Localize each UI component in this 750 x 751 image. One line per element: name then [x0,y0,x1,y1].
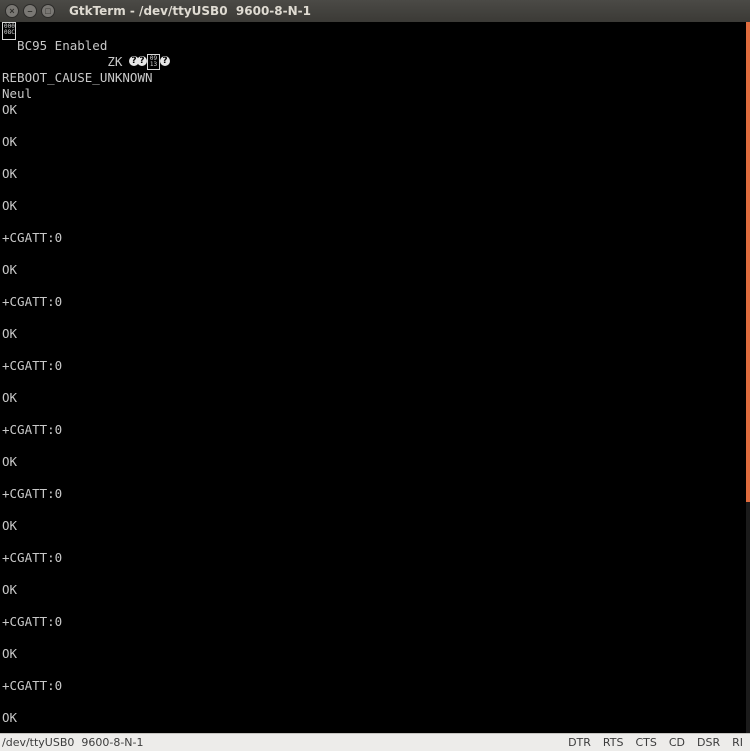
terminal-line: REBOOT_CAUSE_UNKNOWN [2,70,153,85]
terminal-line: ZK [2,54,123,69]
terminal-line: OK [2,134,18,149]
terminal-line: OK [2,454,18,469]
terminal-line: OK [2,710,18,725]
terminal-line: OK [2,102,18,117]
title-bar: × – □ GtkTerm - /dev/ttyUSB0 9600-8-N-1 [0,0,750,23]
close-icon[interactable]: × [5,4,19,18]
terminal-line: OK [2,518,18,533]
terminal-line: +CGATT:0 [2,486,63,501]
terminal-line: OK [2,582,18,597]
terminal-line: OK [2,646,18,661]
terminal-line: +CGATT:0 [2,422,63,437]
terminal-line: OK [2,198,18,213]
window-controls: × – □ [5,4,55,18]
maximize-icon[interactable]: □ [41,4,55,18]
signal-cd: CD [668,736,685,749]
terminal-line: OK [2,390,18,405]
signal-rts: RTS [602,736,624,749]
signal-cts: CTS [635,736,657,749]
scrollbar-track[interactable] [746,502,750,733]
terminal-line: +CGATT:0 [2,358,63,373]
terminal-output[interactable]: 000 08C BC95 Enabled ZK ? ? 09 13 ? REBO… [0,22,746,733]
terminal-line: +CGATT:0 [2,294,63,309]
garbled-glyph: ? [160,56,170,66]
status-bar: /dev/ttyUSB0 9600-8-N-1 DTR RTS CTS CD D… [0,733,750,751]
terminal-line: +CGATT:0 [2,230,63,245]
port-settings: /dev/ttyUSB0 9600-8-N-1 [2,736,144,749]
signal-ri: RI [732,736,743,749]
window-title: GtkTerm - /dev/ttyUSB0 9600-8-N-1 [69,4,311,18]
signal-dtr: DTR [568,736,591,749]
terminal-line: +CGATT:0 [2,550,63,565]
terminal-line: OK [2,166,18,181]
terminal-line: +CGATT:0 [2,678,63,693]
signal-dsr: DSR [697,736,721,749]
minimize-icon[interactable]: – [23,4,37,18]
terminal-line: Neul [2,86,33,101]
signal-indicators: DTR RTS CTS CD DSR RI [568,736,743,749]
terminal-line: OK [2,326,18,341]
scrollbar-thumb[interactable] [746,22,750,502]
terminal-line: BC95 Enabled [2,38,108,53]
garbled-glyph: ? [137,56,147,66]
garbled-glyph: 09 13 [147,54,160,70]
gtkterm-window: × – □ GtkTerm - /dev/ttyUSB0 9600-8-N-1 … [0,0,750,751]
terminal-line: +CGATT:0 [2,614,63,629]
terminal-line: OK [2,262,18,277]
